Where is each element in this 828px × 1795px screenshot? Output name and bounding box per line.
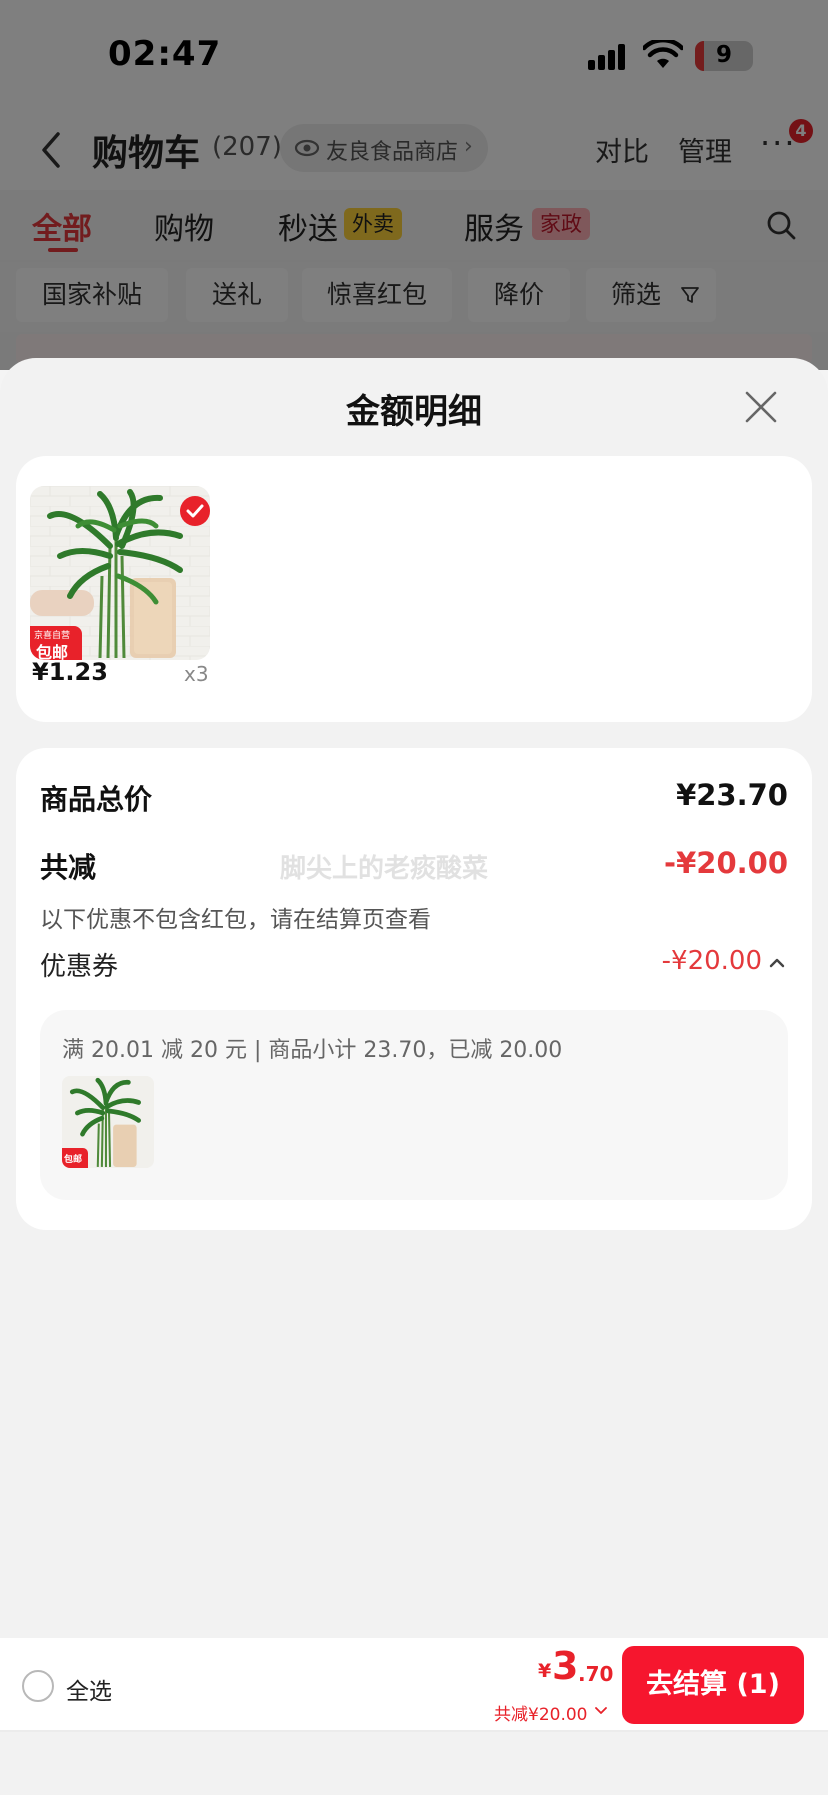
sheet-title: 金额明细 [346,392,482,432]
free-shipping-label-small: 包邮 [64,1155,83,1165]
coupon-rule-text: 满 20.01 减 20 元 | 商品小计 23.70，已减 20.00 [62,1038,563,1063]
coupon-value[interactable]: -¥20.00 [662,946,762,976]
total-price-value: ¥23.70 [676,778,788,812]
total-discount-toggle[interactable]: 共减¥20.00 [494,1700,587,1725]
coupon-product-thumbnail: 包邮 [62,1076,154,1168]
discount-note: 以下优惠不包含红包，请在结算页查看 [40,907,431,933]
free-shipping-label: 包邮 [36,643,69,660]
bottom-divider [0,1730,828,1732]
item-quantity: x3 [184,662,209,686]
free-shipping-tag: 京喜自营 包邮 [30,626,82,660]
total-price-label: 商品总价 [40,783,153,816]
total-currency-symbol: ¥ [538,1660,552,1682]
checkout-button[interactable]: 去结算 (1) [622,1646,804,1724]
watermark-text: 脚尖上的老痰酸菜 [280,854,489,884]
select-all-label[interactable]: 全选 [66,1672,112,1706]
amount-detail-sheet: 金额明细 京喜自营 包邮 ¥1.23 x3 商品总价 ¥23.70 脚尖上的老痰… [0,358,828,1795]
coupon-label: 优惠券 [40,952,119,982]
discount-label: 共减 [40,851,97,884]
chevron-up-icon[interactable] [768,956,786,970]
checkout-bar: 全选 ¥ 3 .70 共减¥20.00 去结算 (1) [0,1638,828,1732]
total-price-integer: 3 [552,1644,579,1688]
chevron-down-icon[interactable] [595,1706,607,1715]
coupon-detail-box: 满 20.01 减 20 元 | 商品小计 23.70，已减 20.00 包邮 [40,1010,788,1200]
select-all-radio[interactable] [22,1670,54,1702]
item-unit-price: ¥1.23 [32,658,108,686]
free-shipping-tag-small: 包邮 [62,1148,88,1168]
selected-check-icon[interactable] [180,496,210,526]
product-image[interactable]: 京喜自营 包邮 [30,486,210,660]
discount-value: -¥20.00 [664,846,788,880]
modal-backdrop[interactable] [0,0,828,370]
selected-items-card: 京喜自营 包邮 ¥1.23 x3 [16,456,812,722]
close-icon[interactable] [744,390,778,424]
total-price-decimal: .70 [578,1662,614,1686]
price-summary-card: 商品总价 ¥23.70 脚尖上的老痰酸菜 共减 -¥20.00 以下优惠不包含红… [16,748,812,1230]
